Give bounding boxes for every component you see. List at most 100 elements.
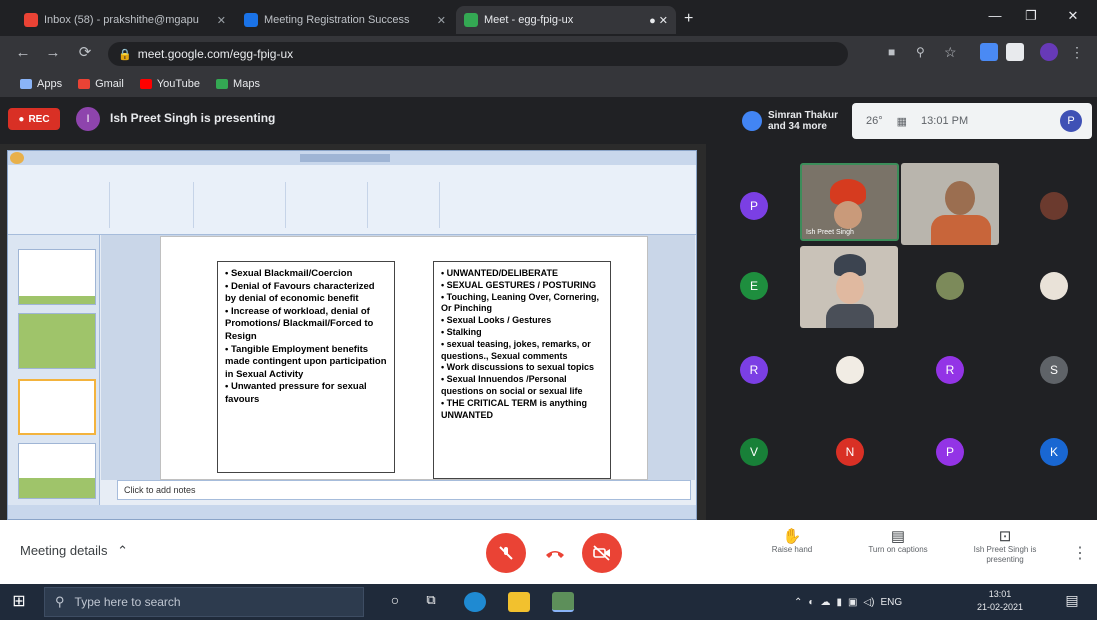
meeting-details-button[interactable]: Meeting details ⌃ xyxy=(20,543,128,559)
ribbon-group-font[interactable] xyxy=(196,182,286,228)
close-tab-icon[interactable]: ● ✕ xyxy=(649,14,668,27)
maximize-button[interactable]: ❐ xyxy=(1016,4,1046,28)
chevron-up-icon[interactable]: ⌃ xyxy=(794,597,802,608)
extension-icon[interactable] xyxy=(980,43,998,61)
more-options-icon[interactable]: ⋮ xyxy=(1072,543,1088,563)
shirt-shape xyxy=(931,215,991,245)
slide-thumbnail[interactable] xyxy=(18,443,96,499)
slide-textbox-left[interactable]: • Sexual Blackmail/Coercion • Denial of … xyxy=(217,261,395,473)
star-icon[interactable]: ☆ xyxy=(944,44,957,61)
grid-icon[interactable]: ▦ xyxy=(897,115,907,128)
new-tab-button[interactable]: + xyxy=(684,10,693,28)
participant-avatar[interactable]: P xyxy=(740,192,768,220)
slide-textbox-right[interactable]: • UNWANTED/DELIBERATE • SEXUAL GESTURES … xyxy=(433,261,611,479)
close-tab-icon[interactable]: ✕ xyxy=(437,14,446,27)
participant-avatar[interactable]: S xyxy=(1040,356,1068,384)
participant-photo-avatar[interactable] xyxy=(936,272,964,300)
mic-off-button[interactable] xyxy=(486,533,526,573)
ribbon-group-paragraph[interactable] xyxy=(288,182,368,228)
bullet-item: • THE CRITICAL TERM is anything UNWANTED xyxy=(441,397,587,420)
chrome-icon[interactable] xyxy=(552,592,574,612)
notification-icon[interactable]: ▤ xyxy=(1062,592,1082,612)
tab-meet[interactable]: Meet - egg-fpig-ux ● ✕ xyxy=(456,6,676,34)
people-icon[interactable]: ◐ xyxy=(808,597,814,608)
participant-avatar[interactable]: R xyxy=(936,356,964,384)
slide-thumbnail[interactable] xyxy=(18,313,96,369)
bullet-item: • Unwanted pressure for sexual favours xyxy=(225,381,367,405)
tab-title: Inbox (58) - prakshithe@mgapu xyxy=(44,14,199,26)
bullet-item: • Touching, Leaning Over, Cornering, Or … xyxy=(441,291,599,314)
face-shape xyxy=(836,272,864,304)
tab-registration[interactable]: Meeting Registration Success ✕ xyxy=(236,6,454,34)
participant-avatar[interactable]: E xyxy=(740,272,768,300)
minimize-button[interactable]: — xyxy=(980,4,1010,28)
file-explorer-icon[interactable] xyxy=(508,592,530,612)
bookmark-maps[interactable]: Maps xyxy=(216,78,260,90)
battery-icon[interactable]: ▮ xyxy=(836,597,842,608)
participant-avatar[interactable]: N xyxy=(836,438,864,466)
participant-photo-avatar[interactable] xyxy=(836,356,864,384)
bookmark-youtube[interactable]: YouTube xyxy=(139,78,200,90)
bookmark-gmail[interactable]: Gmail xyxy=(78,78,124,90)
camera-off-icon xyxy=(593,545,610,561)
participant-avatar[interactable]: K xyxy=(1040,438,1068,466)
participant-avatar[interactable]: P xyxy=(936,438,964,466)
participant-video[interactable] xyxy=(800,246,898,328)
profile-avatar[interactable] xyxy=(1040,43,1058,61)
close-window-button[interactable]: ✕ xyxy=(1058,4,1088,28)
address-bar[interactable]: 🔒 meet.google.com/egg-fpig-ux xyxy=(108,42,848,66)
captions-button[interactable]: ▤ Turn on captions xyxy=(860,529,936,555)
camera-indicator-icon[interactable]: ■ xyxy=(888,45,895,59)
participant-video[interactable] xyxy=(901,163,999,245)
tab-title: Meet - egg-fpig-ux xyxy=(484,14,574,26)
participant-avatar[interactable]: R xyxy=(740,356,768,384)
close-tab-icon[interactable]: ✕ xyxy=(217,14,226,27)
reload-icon[interactable]: ⟳ xyxy=(74,42,96,64)
network-icon[interactable]: ▣ xyxy=(848,597,857,608)
participant-photo-avatar[interactable] xyxy=(1040,272,1068,300)
presenting-status: Ish Preet Singh is presenting xyxy=(110,111,276,125)
hand-icon: ✋ xyxy=(782,528,802,545)
ribbon-group-slides[interactable] xyxy=(112,182,194,228)
mic-off-icon xyxy=(499,546,513,560)
task-view-icon[interactable]: ⧉ xyxy=(420,592,442,612)
presenting-button[interactable]: ⊡ Ish Preet Singh is presenting xyxy=(962,529,1048,565)
edge-icon[interactable] xyxy=(464,592,486,612)
cortana-icon[interactable]: ○ xyxy=(384,592,406,612)
bullet-item: • Work discussions to sexual topics xyxy=(441,362,595,373)
clock-date: 21-02-2021 xyxy=(976,602,1024,612)
participant-avatar[interactable]: V xyxy=(740,438,768,466)
bullet-item: • Sexual Looks / Gestures xyxy=(441,315,552,326)
raise-hand-button[interactable]: ✋ Raise hand xyxy=(762,528,822,555)
windows-start-icon[interactable]: ⊞ xyxy=(8,591,30,613)
zoom-icon[interactable]: ⚲ xyxy=(916,45,925,59)
notes-pane[interactable]: Click to add notes xyxy=(117,480,691,500)
slide-thumbnail[interactable] xyxy=(18,379,96,435)
system-tray: ⌃ ◐ ☁ ▮ ▣ ◁) ENG xyxy=(794,592,902,612)
account-avatar[interactable]: P xyxy=(1060,110,1082,132)
camera-off-button[interactable] xyxy=(582,533,622,573)
tab-gmail[interactable]: Inbox (58) - prakshithe@mgapu ✕ xyxy=(16,6,234,34)
forward-icon[interactable]: → xyxy=(42,42,64,64)
taskbar-clock[interactable]: 13:01 21-02-2021 xyxy=(974,588,1026,614)
participants-chip[interactable]: Simran Thakur and 34 more xyxy=(738,104,846,138)
taskbar-search-box[interactable]: ⚲ Type here to search xyxy=(44,587,364,617)
youtube-icon xyxy=(139,78,152,89)
bookmarks-bar: Apps Gmail YouTube Maps xyxy=(0,70,1097,98)
leave-call-button[interactable] xyxy=(535,533,575,573)
cloud-icon[interactable]: ☁ xyxy=(820,597,830,608)
slide-thumbnail[interactable] xyxy=(18,249,96,305)
participant-video[interactable]: Ish Preet Singh xyxy=(800,163,899,241)
avatar xyxy=(742,111,762,131)
back-icon[interactable]: ← xyxy=(12,42,34,64)
language-indicator[interactable]: ENG xyxy=(880,597,902,608)
office-button-icon[interactable] xyxy=(10,152,24,164)
participant-photo-avatar[interactable] xyxy=(1040,192,1068,220)
ribbon-group-editing[interactable] xyxy=(370,182,440,228)
volume-icon[interactable]: ◁) xyxy=(863,597,874,608)
extension-puzzle-icon[interactable] xyxy=(1006,43,1024,61)
ribbon-group-clipboard[interactable] xyxy=(10,182,110,228)
browser-menu-icon[interactable]: ⋮ xyxy=(1070,44,1084,61)
bookmark-apps[interactable]: Apps xyxy=(20,78,62,90)
clock-time: 13:01 PM xyxy=(921,115,969,127)
